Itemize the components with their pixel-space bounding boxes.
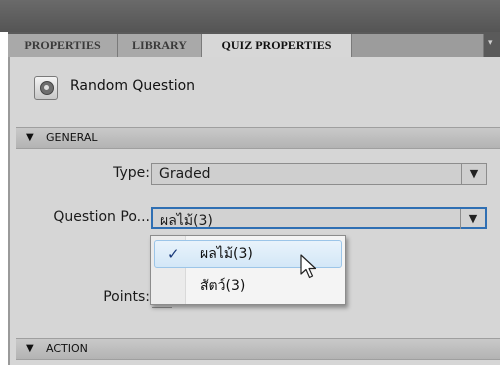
- question-pool-select-value: ผลไม้(3): [160, 213, 213, 229]
- section-action-header[interactable]: ▼ ACTION: [16, 338, 500, 360]
- tab-library[interactable]: LIBRARY: [118, 34, 202, 57]
- tab-strip-empty: [352, 34, 484, 57]
- tab-properties[interactable]: PROPERTIES: [8, 34, 118, 57]
- mouse-pointer-icon: [300, 254, 317, 279]
- window-title-bar: [0, 0, 500, 32]
- points-label: Points:: [103, 289, 150, 305]
- chevron-down-icon[interactable]: ▼: [461, 164, 486, 184]
- dropdown-option-label: ผลไม้(3): [200, 246, 253, 262]
- dropdown-option-label: สัตว์(3): [200, 278, 246, 294]
- tab-quiz-properties[interactable]: QUIZ PROPERTIES: [202, 34, 352, 59]
- panel-menu-icon[interactable]: ▾: [488, 38, 498, 50]
- checkmark-icon: ✓: [167, 245, 180, 263]
- collapse-triangle-icon: ▼: [26, 343, 34, 354]
- section-action-label: ACTION: [46, 342, 88, 355]
- collapse-triangle-icon: ▼: [26, 132, 34, 143]
- type-select[interactable]: Graded ▼: [151, 163, 487, 185]
- section-general-label: GENERAL: [46, 131, 98, 144]
- panel-left-edge: [8, 57, 10, 365]
- chevron-down-icon[interactable]: ▼: [460, 209, 485, 229]
- panel-title: Random Question: [70, 78, 196, 94]
- type-select-value: Graded: [159, 166, 211, 182]
- type-label: Type:: [113, 165, 150, 181]
- question-pool-label: Question Po...: [53, 209, 150, 225]
- random-question-icon: [34, 76, 58, 100]
- question-pool-select[interactable]: ผลไม้(3) ▼: [151, 207, 487, 229]
- section-general-header[interactable]: ▼ GENERAL: [16, 127, 500, 149]
